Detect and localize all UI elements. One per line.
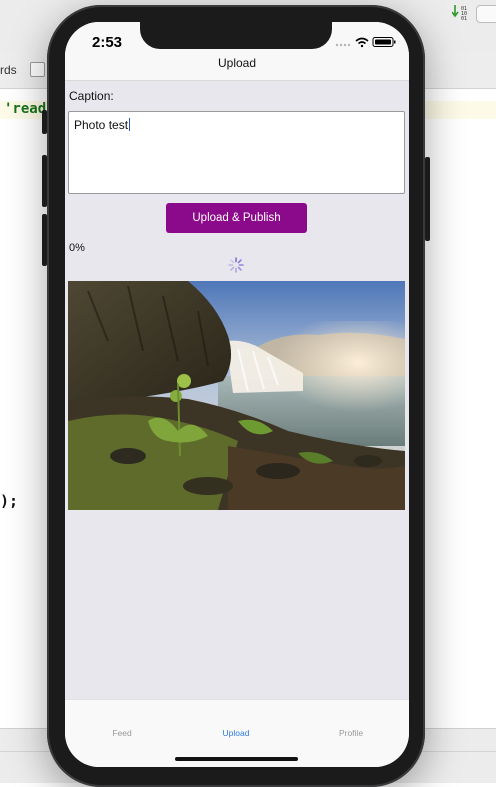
words-checkbox[interactable] bbox=[30, 62, 45, 77]
caption-value: Photo test bbox=[74, 118, 129, 132]
upload-progress: 0% bbox=[69, 242, 85, 254]
nav-title: Upload bbox=[217, 56, 257, 70]
volume-down-button bbox=[42, 214, 47, 266]
phone-notch bbox=[140, 22, 332, 49]
waterfall-photo bbox=[68, 281, 405, 510]
tab-feed[interactable]: Feed bbox=[65, 728, 179, 738]
code-line[interactable]: 'read bbox=[4, 101, 46, 117]
spinner-icon bbox=[228, 257, 244, 273]
caption-label: Caption: bbox=[69, 89, 114, 103]
battery-icon bbox=[372, 37, 396, 47]
mute-switch bbox=[42, 110, 47, 134]
power-button bbox=[425, 157, 430, 241]
tab-bar: Feed Upload Profile bbox=[65, 699, 409, 767]
svg-text:01: 01 bbox=[461, 16, 467, 20]
volume-up-button bbox=[42, 155, 47, 207]
words-label: rds bbox=[0, 63, 17, 77]
caption-input[interactable]: Photo test bbox=[68, 111, 405, 194]
tab-profile[interactable]: Profile bbox=[294, 728, 408, 738]
upload-publish-button[interactable]: Upload & Publish bbox=[166, 203, 307, 233]
status-time: 2:53 bbox=[92, 34, 123, 51]
home-indicator[interactable] bbox=[175, 757, 298, 761]
text-caret bbox=[129, 118, 131, 131]
tab-upload[interactable]: Upload bbox=[179, 728, 293, 738]
status-icons bbox=[335, 37, 396, 48]
toolbar-button[interactable] bbox=[476, 5, 496, 23]
code-line-close[interactable]: ); bbox=[0, 492, 18, 510]
wifi-icon bbox=[355, 37, 369, 48]
signal-icon bbox=[335, 43, 351, 47]
binary-icon[interactable]: 01 10 01 bbox=[452, 4, 474, 20]
app-screen: Upload Caption: Photo test Upload & Publ… bbox=[65, 22, 409, 767]
